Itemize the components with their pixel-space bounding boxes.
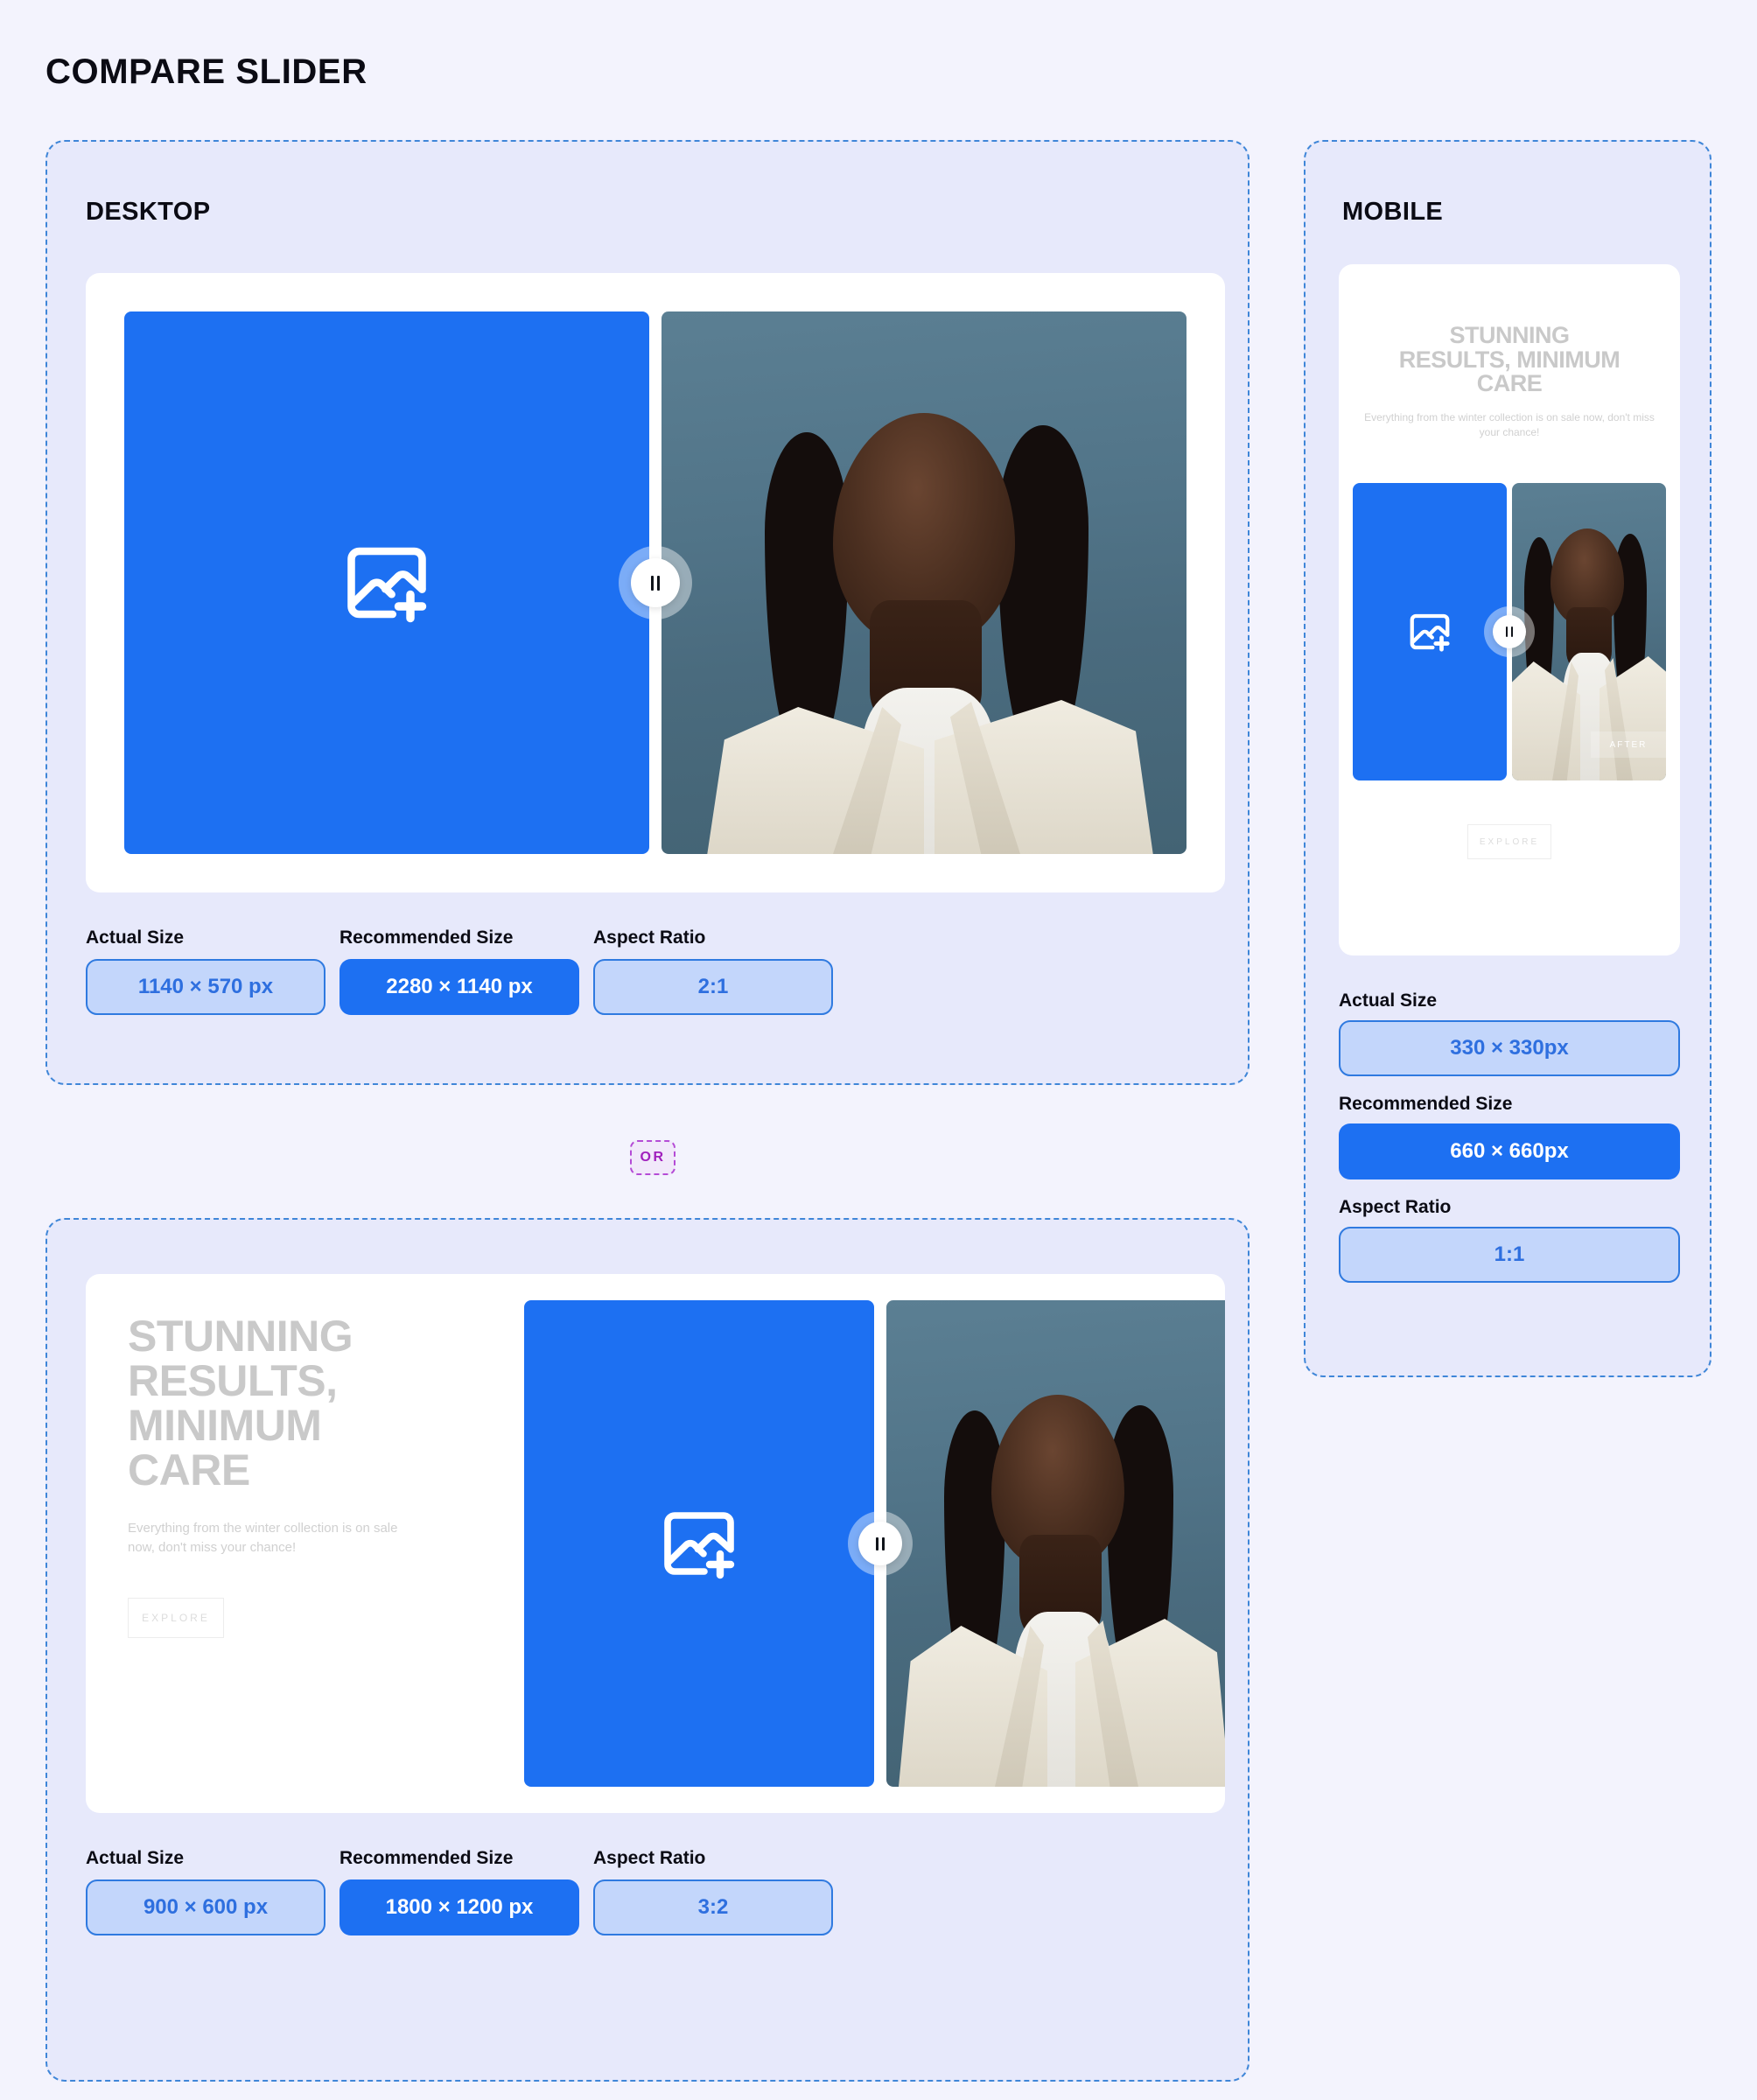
spec-label: Aspect Ratio (593, 1848, 706, 1868)
add-image-icon (347, 547, 427, 623)
before-pane[interactable] (524, 1300, 874, 1787)
mobile-panel: MOBILE STUNNING RESULTS, MINIMUM CARE Ev… (1304, 140, 1712, 1377)
compare-slider-desktop-bottom[interactable] (524, 1300, 1225, 1787)
desktop-bottom-panel: STUNNING RESULTS, MINIMUM CARE Everythin… (46, 1218, 1250, 2082)
hero-title-line: STUNNING (1449, 322, 1571, 348)
before-pane[interactable] (1353, 483, 1507, 780)
spec-label: Actual Size (1339, 990, 1438, 1011)
spec-value-pill[interactable]: 1140 × 570 px (86, 959, 326, 1015)
spec-label: Aspect Ratio (593, 928, 706, 948)
spec-recommended-size: Recommended Size 1800 × 1200 px (340, 1848, 593, 1936)
add-image-icon (664, 1512, 735, 1579)
hero-title-line: RESULTS, (128, 1356, 338, 1405)
after-pane[interactable] (886, 1300, 1225, 1787)
desktop-bottom-device-card: STUNNING RESULTS, MINIMUM CARE Everythin… (86, 1274, 1225, 1813)
after-photo (886, 1300, 1225, 1787)
page-root: COMPARE SLIDER DESKTOP Actual Size 1140 … (0, 0, 1757, 2100)
spec-value-pill[interactable]: 1:1 (1339, 1227, 1680, 1283)
add-image-icon (1410, 613, 1450, 652)
hero-title: STUNNING RESULTS, MINIMUM CARE (1358, 322, 1661, 397)
spec-value-pill[interactable]: 330 × 330px (1339, 1020, 1680, 1076)
spec-value-pill[interactable]: 3:2 (593, 1880, 833, 1936)
hero-title-line: RESULTS, MINIMUM (1398, 346, 1620, 373)
explore-button[interactable]: EXPLORE (1467, 824, 1551, 859)
after-label-badge: AFTER (1591, 732, 1666, 758)
compare-slider-desktop-top[interactable] (124, 312, 1186, 854)
hero-subtitle: Everything from the winter collection is… (1364, 410, 1655, 438)
desktop-top-panel: DESKTOP Actual Size 1140 × 570 px Recomm… (46, 140, 1250, 1085)
compare-slider-mobile[interactable]: AFTER (1353, 483, 1666, 780)
spec-actual-size: Actual Size 330 × 330px (1339, 990, 1680, 1094)
page-title: COMPARE SLIDER (46, 52, 368, 91)
hero-title-line: CARE (128, 1446, 250, 1494)
mobile-panel-heading: MOBILE (1342, 198, 1444, 226)
spec-label: Actual Size (86, 1848, 185, 1868)
spec-aspect-ratio: Aspect Ratio 3:2 (593, 1848, 833, 1936)
after-photo (662, 312, 1186, 854)
spec-actual-size: Actual Size 1140 × 570 px (86, 928, 340, 1015)
hero-title-line: CARE (1476, 370, 1543, 397)
desktop-top-spec-row: Actual Size 1140 × 570 px Recommended Si… (86, 928, 833, 1015)
spec-value-pill[interactable]: 2280 × 1140 px (340, 959, 579, 1015)
desktop-bottom-spec-row: Actual Size 900 × 600 px Recommended Siz… (86, 1848, 833, 1936)
hero-title: STUNNING RESULTS, MINIMUM CARE (128, 1314, 495, 1493)
spec-label: Recommended Size (340, 1848, 514, 1868)
spec-aspect-ratio: Aspect Ratio 1:1 (1339, 1197, 1680, 1300)
hero-title-line: MINIMUM (128, 1401, 322, 1450)
desktop-panel-heading: DESKTOP (86, 198, 211, 226)
hero-block: STUNNING RESULTS, MINIMUM CARE Everythin… (1358, 322, 1661, 440)
spec-label: Aspect Ratio (1339, 1197, 1452, 1217)
spec-recommended-size: Recommended Size 2280 × 1140 px (340, 928, 593, 1015)
desktop-top-device-card (86, 273, 1225, 892)
spec-value-pill[interactable]: 2:1 (593, 959, 833, 1015)
after-pane[interactable] (662, 312, 1186, 854)
spec-value-pill[interactable]: 1800 × 1200 px (340, 1880, 579, 1936)
spec-label: Actual Size (86, 928, 185, 948)
before-pane[interactable] (124, 312, 649, 854)
spec-aspect-ratio: Aspect Ratio 2:1 (593, 928, 833, 1015)
hero-subtitle: Everything from the winter collection is… (128, 1521, 398, 1555)
mobile-device-card: STUNNING RESULTS, MINIMUM CARE Everythin… (1339, 264, 1680, 956)
hero-block: STUNNING RESULTS, MINIMUM CARE Everythin… (128, 1314, 495, 1638)
after-pane[interactable]: AFTER (1512, 483, 1666, 780)
hero-title-line: STUNNING (128, 1312, 354, 1361)
handle-divider-line (652, 312, 659, 854)
spec-actual-size: Actual Size 900 × 600 px (86, 1848, 340, 1936)
mobile-spec-stack: Actual Size 330 × 330px Recommended Size… (1339, 990, 1680, 1300)
spec-label: Recommended Size (1339, 1094, 1513, 1114)
spec-label: Recommended Size (340, 928, 514, 948)
spec-value-pill[interactable]: 660 × 660px (1339, 1124, 1680, 1180)
spec-recommended-size: Recommended Size 660 × 660px (1339, 1094, 1680, 1197)
or-divider-badge: OR (630, 1140, 676, 1175)
handle-divider-line (877, 1300, 884, 1787)
explore-button[interactable]: EXPLORE (128, 1597, 224, 1638)
spec-value-pill[interactable]: 900 × 600 px (86, 1880, 326, 1936)
